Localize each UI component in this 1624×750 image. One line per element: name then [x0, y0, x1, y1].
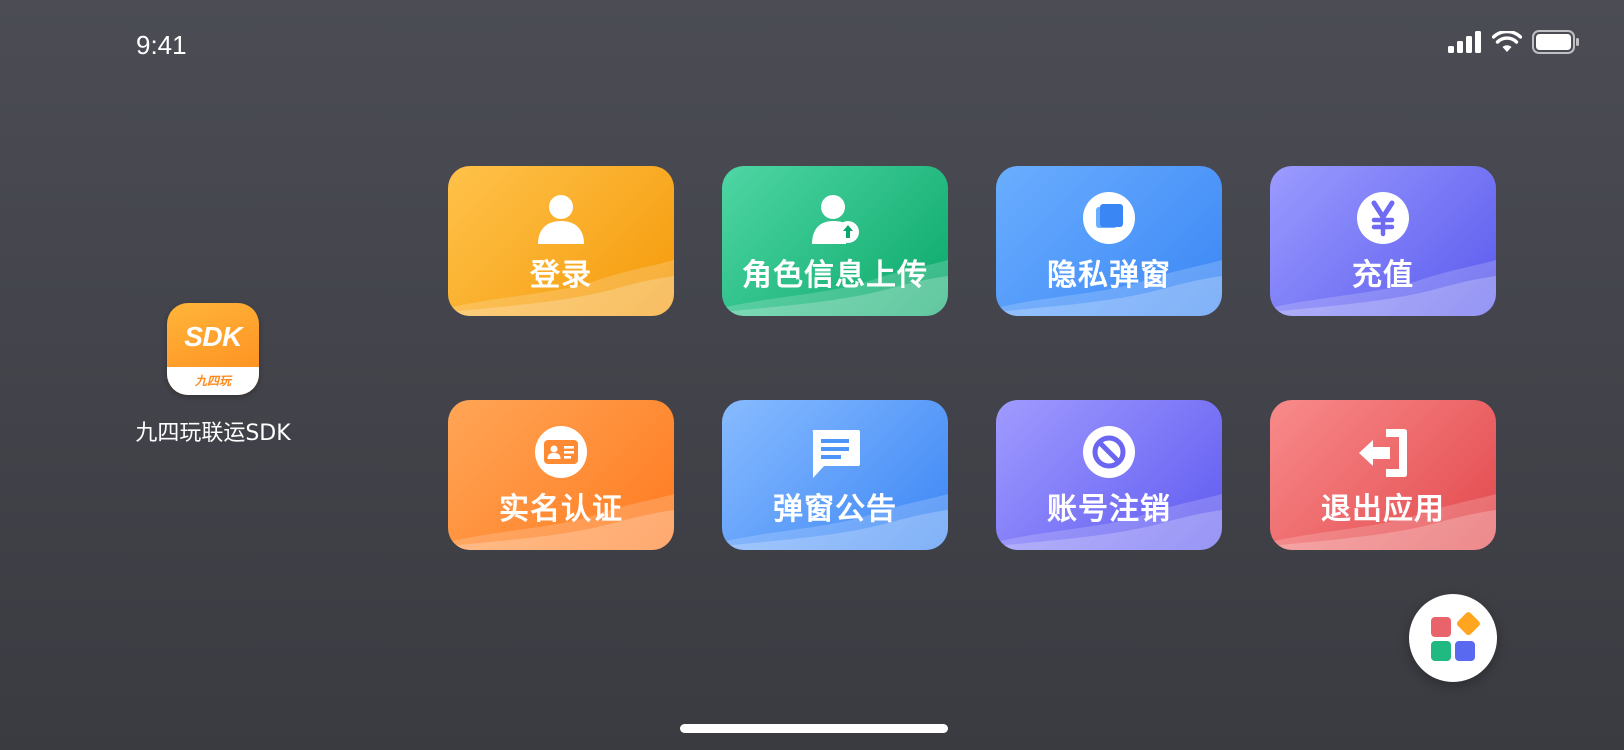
signal-icon: [1448, 31, 1481, 53]
app-logo: SDK 九四玩: [167, 303, 259, 395]
app-logo-text: SDK: [184, 321, 242, 352]
id-card-icon: [448, 426, 674, 478]
user-icon: [448, 192, 674, 244]
role-info-upload-label: 角色信息上传: [742, 258, 928, 293]
quick-menu-button[interactable]: [1409, 594, 1497, 682]
app-name: 九四玩联运SDK: [135, 421, 291, 446]
real-name-verify-label: 实名认证: [499, 492, 623, 527]
recharge-label: 充值: [1352, 258, 1414, 293]
role-info-upload-button[interactable]: 角色信息上传: [722, 166, 948, 316]
battery-icon: [1532, 30, 1579, 54]
announcement-popup-button[interactable]: 弹窗公告: [722, 400, 948, 550]
login-button[interactable]: 登录: [448, 166, 674, 316]
announcement-popup-label: 弹窗公告: [773, 492, 897, 527]
privacy-popup-label: 隐私弹窗: [1047, 258, 1171, 293]
status-icons: [1448, 30, 1580, 54]
yen-icon: [1270, 192, 1496, 244]
window-icon: [996, 192, 1222, 244]
apps-grid-icon: [1431, 612, 1480, 661]
status-time: 9:41: [136, 30, 187, 60]
app-identity: SDK 九四玩 九四玩联运SDK: [118, 303, 308, 447]
message-icon: [722, 426, 948, 480]
exit-app-button[interactable]: 退出应用: [1270, 400, 1496, 550]
block-icon: [996, 426, 1222, 478]
home-indicator[interactable]: [680, 724, 948, 733]
exit-icon: [1270, 426, 1496, 480]
exit-app-label: 退出应用: [1321, 492, 1445, 527]
login-label: 登录: [530, 258, 592, 293]
recharge-button[interactable]: 充值: [1270, 166, 1496, 316]
account-cancel-button[interactable]: 账号注销: [996, 400, 1222, 550]
real-name-verify-button[interactable]: 实名认证: [448, 400, 674, 550]
user-upload-icon: [722, 192, 948, 244]
account-cancel-label: 账号注销: [1047, 492, 1171, 527]
wifi-icon: [1492, 31, 1522, 52]
privacy-popup-button[interactable]: 隐私弹窗: [996, 166, 1222, 316]
app-logo-subtext: 九四玩: [167, 367, 259, 395]
